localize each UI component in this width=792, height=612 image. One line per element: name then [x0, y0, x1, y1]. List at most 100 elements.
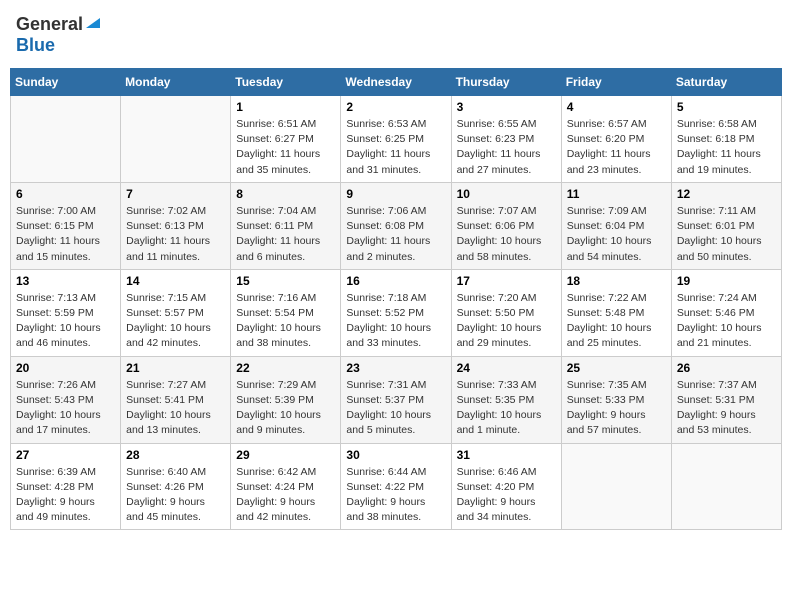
day-number: 23 — [346, 361, 445, 375]
day-cell: 25Sunrise: 7:35 AM Sunset: 5:33 PM Dayli… — [561, 356, 671, 443]
day-cell: 11 Sunrise: 7:09 AM Sunset: 6:04 PM Dayli… — [561, 182, 671, 269]
day-number: 19 — [677, 274, 776, 288]
weekday-header-friday: Friday — [561, 69, 671, 96]
day-number: 28 — [126, 448, 225, 462]
day-number: 3 — [457, 100, 556, 114]
day-cell: 30 Sunrise: 6:44 AM Sunset: 4:22 PM Dayli… — [341, 443, 451, 530]
day-number: 30 — [346, 448, 445, 462]
day-number: 31 — [457, 448, 556, 462]
day-cell: 1 Sunrise: 6:51 AM Sunset: 6:27 PM Daylig… — [231, 96, 341, 183]
day-cell: 29Sunrise: 6:42 AM Sunset: 4:24 PM Dayli… — [231, 443, 341, 530]
day-number: 14 — [126, 274, 225, 288]
day-number: 15 — [236, 274, 335, 288]
day-info: Sunrise: 7:31 AM Sunset: 5:37 PM Dayligh… — [346, 378, 445, 439]
day-cell: 18 Sunrise: 7:22 AM Sunset: 5:48 PM Dayli… — [561, 269, 671, 356]
day-cell: 15Sunrise: 7:16 AM Sunset: 5:54 PM Dayli… — [231, 269, 341, 356]
day-info: Sunrise: 7:35 AM Sunset: 5:33 PM Dayligh… — [567, 378, 666, 439]
day-cell: 17Sunrise: 7:20 AM Sunset: 5:50 PM Dayli… — [451, 269, 561, 356]
day-info: Sunrise: 7:33 AM Sunset: 5:35 PM Dayligh… — [457, 378, 556, 439]
day-info: Sunrise: 7:29 AM Sunset: 5:39 PM Dayligh… — [236, 378, 335, 439]
day-cell: 14 Sunrise: 7:15 AM Sunset: 5:57 PM Dayli… — [121, 269, 231, 356]
day-info: Sunrise: 6:39 AM Sunset: 4:28 PM Dayligh… — [16, 465, 115, 526]
day-number: 20 — [16, 361, 115, 375]
day-info: Sunrise: 6:55 AM Sunset: 6:23 PM Dayligh… — [457, 117, 556, 178]
day-info: Sunrise: 7:15 AM Sunset: 5:57 PM Dayligh… — [126, 291, 225, 352]
day-cell — [121, 96, 231, 183]
day-number: 12 — [677, 187, 776, 201]
day-number: 2 — [346, 100, 445, 114]
day-info: Sunrise: 7:24 AM Sunset: 5:46 PM Dayligh… — [677, 291, 776, 352]
week-row-2: 6 Sunrise: 7:00 AM Sunset: 6:15 PM Daylig… — [11, 182, 782, 269]
day-cell — [11, 96, 121, 183]
weekday-header-wednesday: Wednesday — [341, 69, 451, 96]
day-cell: 8 Sunrise: 7:04 AM Sunset: 6:11 PM Daylig… — [231, 182, 341, 269]
day-cell: 4Sunrise: 6:57 AM Sunset: 6:20 PM Daylig… — [561, 96, 671, 183]
day-info: Sunrise: 6:46 AM Sunset: 4:20 PM Dayligh… — [457, 465, 556, 526]
day-cell: 16 Sunrise: 7:18 AM Sunset: 5:52 PM Dayli… — [341, 269, 451, 356]
day-number: 17 — [457, 274, 556, 288]
weekday-header-tuesday: Tuesday — [231, 69, 341, 96]
calendar: SundayMondayTuesdayWednesdayThursdayFrid… — [10, 68, 782, 530]
day-info: Sunrise: 6:57 AM Sunset: 6:20 PM Dayligh… — [567, 117, 666, 178]
logo-blue-text: Blue — [16, 35, 55, 55]
day-info: Sunrise: 7:07 AM Sunset: 6:06 PM Dayligh… — [457, 204, 556, 265]
day-info: Sunrise: 7:22 AM Sunset: 5:48 PM Dayligh… — [567, 291, 666, 352]
day-number: 16 — [346, 274, 445, 288]
day-cell: 7Sunrise: 7:02 AM Sunset: 6:13 PM Daylig… — [121, 182, 231, 269]
weekday-header-row: SundayMondayTuesdayWednesdayThursdayFrid… — [11, 69, 782, 96]
day-cell: 2Sunrise: 6:53 AM Sunset: 6:25 PM Daylig… — [341, 96, 451, 183]
day-info: Sunrise: 6:58 AM Sunset: 6:18 PM Dayligh… — [677, 117, 776, 178]
day-number: 1 — [236, 100, 335, 114]
day-info: Sunrise: 6:42 AM Sunset: 4:24 PM Dayligh… — [236, 465, 335, 526]
day-cell: 27 Sunrise: 6:39 AM Sunset: 4:28 PM Dayli… — [11, 443, 121, 530]
week-row-4: 20Sunrise: 7:26 AM Sunset: 5:43 PM Dayli… — [11, 356, 782, 443]
day-number: 11 — [567, 187, 666, 201]
day-cell: 9 Sunrise: 7:06 AM Sunset: 6:08 PM Daylig… — [341, 182, 451, 269]
day-number: 8 — [236, 187, 335, 201]
day-info: Sunrise: 6:51 AM Sunset: 6:27 PM Dayligh… — [236, 117, 335, 178]
day-info: Sunrise: 7:13 AM Sunset: 5:59 PM Dayligh… — [16, 291, 115, 352]
day-cell: 12 Sunrise: 7:11 AM Sunset: 6:01 PM Dayli… — [671, 182, 781, 269]
day-number: 22 — [236, 361, 335, 375]
logo-general-text: General — [16, 14, 83, 35]
weekday-header-monday: Monday — [121, 69, 231, 96]
day-number: 24 — [457, 361, 556, 375]
day-cell: 13 Sunrise: 7:13 AM Sunset: 5:59 PM Dayli… — [11, 269, 121, 356]
day-number: 10 — [457, 187, 556, 201]
day-number: 9 — [346, 187, 445, 201]
day-info: Sunrise: 7:06 AM Sunset: 6:08 PM Dayligh… — [346, 204, 445, 265]
day-cell: 28 Sunrise: 6:40 AM Sunset: 4:26 PM Dayli… — [121, 443, 231, 530]
day-cell: 31 Sunrise: 6:46 AM Sunset: 4:20 PM Dayli… — [451, 443, 561, 530]
day-cell — [561, 443, 671, 530]
day-number: 5 — [677, 100, 776, 114]
day-info: Sunrise: 7:09 AM Sunset: 6:04 PM Dayligh… — [567, 204, 666, 265]
day-number: 18 — [567, 274, 666, 288]
day-info: Sunrise: 7:37 AM Sunset: 5:31 PM Dayligh… — [677, 378, 776, 439]
day-number: 6 — [16, 187, 115, 201]
day-number: 27 — [16, 448, 115, 462]
day-cell: 24 Sunrise: 7:33 AM Sunset: 5:35 PM Dayli… — [451, 356, 561, 443]
day-cell: 10 Sunrise: 7:07 AM Sunset: 6:06 PM Dayli… — [451, 182, 561, 269]
day-number: 21 — [126, 361, 225, 375]
day-cell: 21 Sunrise: 7:27 AM Sunset: 5:41 PM Dayli… — [121, 356, 231, 443]
day-cell — [671, 443, 781, 530]
day-cell: 20Sunrise: 7:26 AM Sunset: 5:43 PM Dayli… — [11, 356, 121, 443]
week-row-1: 1 Sunrise: 6:51 AM Sunset: 6:27 PM Daylig… — [11, 96, 782, 183]
day-info: Sunrise: 7:18 AM Sunset: 5:52 PM Dayligh… — [346, 291, 445, 352]
weekday-header-saturday: Saturday — [671, 69, 781, 96]
day-info: Sunrise: 7:04 AM Sunset: 6:11 PM Dayligh… — [236, 204, 335, 265]
day-info: Sunrise: 7:00 AM Sunset: 6:15 PM Dayligh… — [16, 204, 115, 265]
header: General Blue — [10, 10, 782, 60]
logo: General Blue — [16, 14, 100, 56]
weekday-header-thursday: Thursday — [451, 69, 561, 96]
day-cell: 5 Sunrise: 6:58 AM Sunset: 6:18 PM Daylig… — [671, 96, 781, 183]
day-info: Sunrise: 6:44 AM Sunset: 4:22 PM Dayligh… — [346, 465, 445, 526]
day-cell: 3 Sunrise: 6:55 AM Sunset: 6:23 PM Daylig… — [451, 96, 561, 183]
day-info: Sunrise: 7:11 AM Sunset: 6:01 PM Dayligh… — [677, 204, 776, 265]
day-info: Sunrise: 7:27 AM Sunset: 5:41 PM Dayligh… — [126, 378, 225, 439]
day-cell: 26Sunrise: 7:37 AM Sunset: 5:31 PM Dayli… — [671, 356, 781, 443]
day-info: Sunrise: 6:40 AM Sunset: 4:26 PM Dayligh… — [126, 465, 225, 526]
week-row-3: 13 Sunrise: 7:13 AM Sunset: 5:59 PM Dayli… — [11, 269, 782, 356]
day-cell: 19 Sunrise: 7:24 AM Sunset: 5:46 PM Dayli… — [671, 269, 781, 356]
day-number: 13 — [16, 274, 115, 288]
